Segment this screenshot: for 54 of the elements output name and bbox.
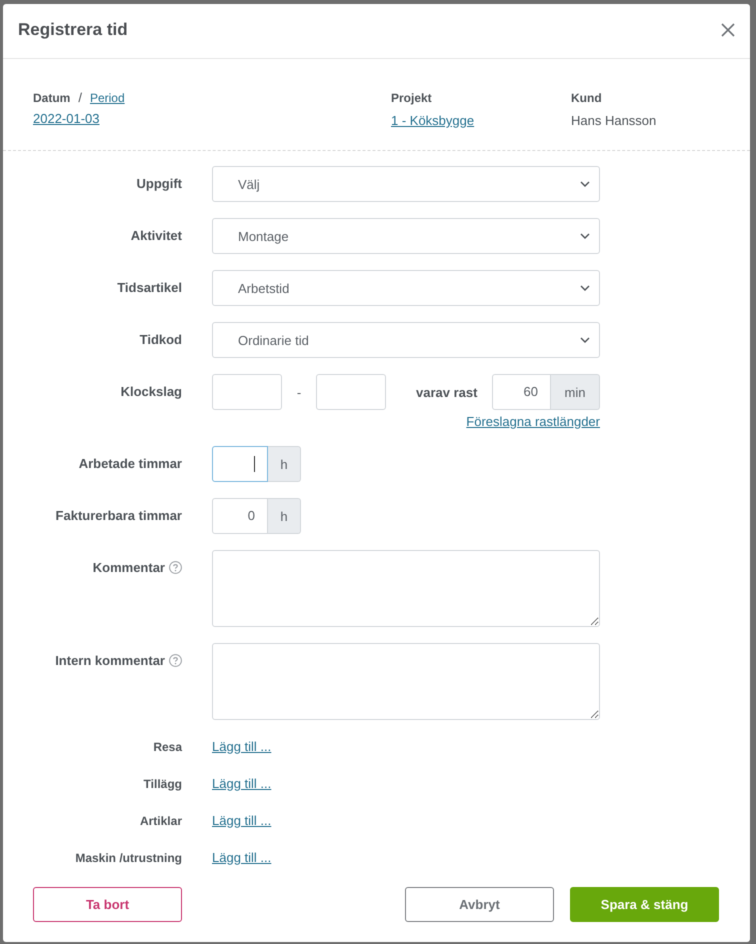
field-label: Uppgift bbox=[136, 176, 182, 190]
field-label: Tidsartikel bbox=[117, 280, 182, 294]
chevron-down-icon bbox=[580, 233, 590, 239]
dash-text: - bbox=[296, 384, 302, 400]
help-icon[interactable] bbox=[169, 560, 182, 574]
chevron-down-icon bbox=[580, 337, 590, 343]
dialog-title: Registrera tid bbox=[18, 20, 128, 40]
unit-label: h bbox=[268, 446, 301, 482]
field-label: Arbetade timmar bbox=[78, 456, 182, 470]
comment-text-area[interactable] bbox=[212, 643, 600, 720]
field-label: Artiklar bbox=[140, 814, 182, 828]
unit-label: h bbox=[268, 498, 301, 534]
customer-name: Hans Hansson bbox=[571, 112, 656, 130]
project-link[interactable]: 1 - Köksbygge bbox=[391, 112, 474, 130]
field-label: Resa bbox=[153, 740, 182, 754]
end-time-field[interactable] bbox=[316, 374, 386, 410]
field-label: Kommentar bbox=[92, 560, 165, 574]
hours-input-field[interactable] bbox=[212, 446, 268, 482]
field-label: Intern kommentar bbox=[55, 652, 165, 668]
break-minutes-field[interactable]: 60 bbox=[492, 374, 551, 410]
field-label: Klockslag bbox=[120, 384, 182, 398]
select-field[interactable]: Välj bbox=[212, 166, 600, 202]
add-link[interactable]: Lägg till ... bbox=[212, 810, 272, 831]
action-button[interactable]: Spara & stäng bbox=[570, 887, 719, 922]
field-label: Maskin /utrustning bbox=[75, 850, 182, 864]
suggested-breaks-link[interactable]: Föreslagna rastlängder bbox=[466, 414, 600, 430]
select-field[interactable]: Arbetstid bbox=[212, 270, 600, 306]
start-time-field[interactable] bbox=[212, 374, 282, 410]
break-label: varav rast bbox=[416, 384, 478, 400]
hours-input-field[interactable]: 0 bbox=[212, 498, 268, 534]
action-button[interactable]: Avbryt bbox=[405, 887, 554, 922]
help-icon[interactable] bbox=[169, 654, 182, 666]
add-link[interactable]: Lägg till ... bbox=[212, 736, 272, 757]
field-label: Tidkod bbox=[140, 332, 182, 346]
chevron-down-icon bbox=[580, 285, 590, 291]
chevron-down-icon bbox=[580, 181, 590, 187]
select-field[interactable]: Montage bbox=[212, 218, 600, 254]
add-link[interactable]: Lägg till ... bbox=[212, 847, 272, 868]
field-label: Aktivitet bbox=[130, 228, 182, 242]
separator-text: / bbox=[78, 90, 82, 106]
date-label: Datum bbox=[33, 90, 70, 106]
comment-text-area[interactable] bbox=[212, 550, 600, 627]
field-label: Tillägg bbox=[144, 776, 182, 790]
project-label: Projekt bbox=[391, 90, 432, 106]
add-link[interactable]: Lägg till ... bbox=[212, 773, 272, 794]
select-field[interactable]: Ordinarie tid bbox=[212, 322, 600, 358]
field-label: Fakturerbara timmar bbox=[56, 508, 182, 522]
close-icon[interactable] bbox=[721, 23, 735, 37]
unit-label: min bbox=[551, 374, 600, 410]
date-link[interactable]: 2022-01-03 bbox=[33, 110, 100, 128]
action-button[interactable]: Ta bort bbox=[33, 887, 182, 922]
period-link[interactable]: Period bbox=[90, 90, 125, 106]
text-cursor-icon bbox=[254, 456, 255, 472]
customer-label: Kund bbox=[571, 90, 602, 106]
